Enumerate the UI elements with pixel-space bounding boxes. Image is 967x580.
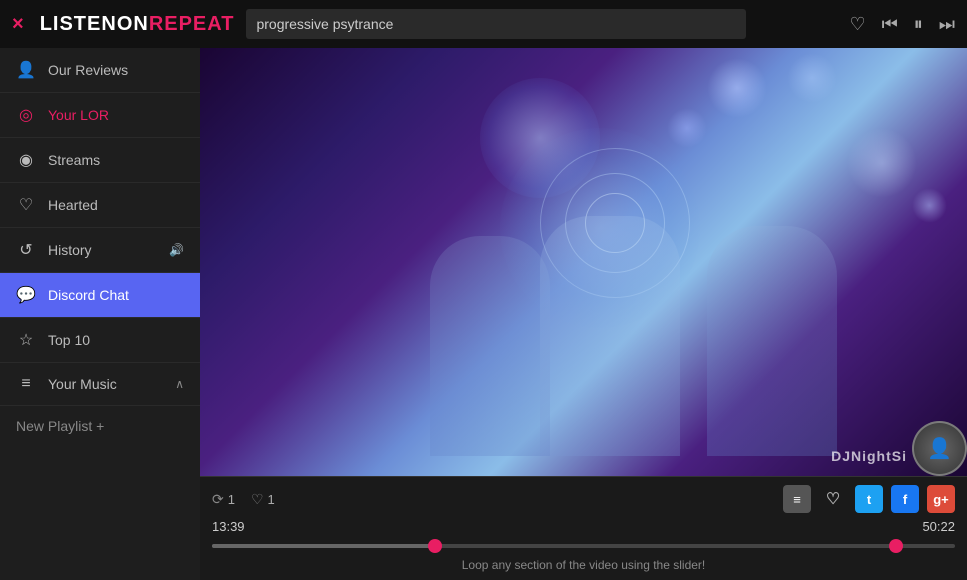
sidebar-label-your-lor: Your LOR (48, 107, 109, 123)
sidebar-label-top-10: Top 10 (48, 332, 90, 348)
next-icon[interactable]: ⏭ (939, 14, 955, 35)
logo-listen: LISTEN (40, 13, 117, 35)
sidebar-item-top-10[interactable]: ☆ Top 10 (0, 318, 200, 363)
heart-stat-icon: ♡ (251, 491, 264, 508)
figure-center (540, 216, 680, 456)
player-bar: ⟳ 1 ♡ 1 ≡ ♡ t f g+ 13:39 (200, 476, 967, 580)
close-icon[interactable]: × (12, 13, 24, 36)
slider-thumb-left[interactable] (428, 539, 442, 553)
orb-5 (847, 128, 917, 198)
heart-button[interactable]: ♡ (819, 485, 847, 513)
player-top-row: ⟳ 1 ♡ 1 ≡ ♡ t f g+ (212, 485, 955, 513)
content-area: DJNightSi 👤 ⟳ 1 ♡ 1 (200, 48, 967, 580)
sidebar-label-your-music: Your Music (48, 376, 117, 392)
slider-track (212, 544, 955, 548)
loop-hint-text: Loop any section of the video using the … (212, 558, 955, 572)
google-button[interactable]: g+ (927, 485, 955, 513)
loop-count: 1 (228, 492, 235, 507)
video-avatar: 👤 (912, 421, 967, 476)
sidebar-label-our-reviews: Our Reviews (48, 62, 128, 78)
logo-repeat: REPEAT (149, 13, 235, 35)
orb-3 (667, 108, 707, 148)
orb-4 (787, 53, 837, 103)
sidebar-label-hearted: Hearted (48, 197, 98, 213)
figure-right (707, 226, 837, 456)
new-playlist-button[interactable]: New Playlist + (0, 406, 200, 446)
lor-icon: ◎ (16, 105, 36, 125)
logo-on: ON (117, 13, 149, 35)
topbar: × LISTENONREPEAT ♡ ⏮ ⏸ ⏭ (0, 0, 967, 48)
brand-watermark: DJNightSi (831, 448, 907, 464)
sidebar-item-hearted[interactable]: ♡ Hearted (0, 183, 200, 228)
search-input[interactable] (246, 9, 746, 39)
figure-left (430, 236, 550, 456)
music-icon: ≡ (16, 375, 36, 393)
discord-icon: 💬 (16, 285, 36, 305)
expand-icon: ∧ (175, 377, 184, 391)
sidebar: 👤 Our Reviews ◎ Your LOR ◉ Streams ♡ Hea… (0, 48, 200, 580)
time-current: 13:39 (212, 519, 245, 534)
orb-6 (912, 188, 947, 223)
logo: LISTENONREPEAT (40, 13, 235, 36)
prev-icon[interactable]: ⏮ (882, 14, 898, 35)
twitter-button[interactable]: t (855, 485, 883, 513)
sidebar-label-streams: Streams (48, 152, 100, 168)
sidebar-item-history[interactable]: ↺ History 🔊 (0, 228, 200, 273)
volume-icon: 🔊 (169, 243, 184, 257)
reviews-icon: 👤 (16, 60, 36, 80)
play-pause-icon[interactable]: ⏸ (914, 14, 923, 35)
player-stats: ⟳ 1 ♡ 1 (212, 491, 275, 508)
video-background: DJNightSi 👤 (200, 48, 967, 476)
avatar-icon: 👤 (927, 436, 952, 461)
heart-stat: ♡ 1 (251, 491, 275, 508)
orb-2 (707, 58, 767, 118)
sidebar-item-your-lor[interactable]: ◎ Your LOR (0, 93, 200, 138)
progress-slider[interactable] (212, 538, 955, 554)
history-icon: ↺ (16, 240, 36, 260)
main-container: 👤 Our Reviews ◎ Your LOR ◉ Streams ♡ Hea… (0, 48, 967, 580)
heart-count: 1 (268, 492, 275, 507)
queue-button[interactable]: ≡ (783, 485, 811, 513)
time-total: 50:22 (922, 519, 955, 534)
sidebar-label-history: History (48, 242, 92, 258)
facebook-button[interactable]: f (891, 485, 919, 513)
slider-fill (212, 544, 435, 548)
heart-nav-icon: ♡ (16, 195, 36, 215)
heart-icon[interactable]: ♡ (849, 14, 865, 35)
loop-icon: ⟳ (212, 491, 224, 508)
player-action-buttons: ≡ ♡ t f g+ (783, 485, 955, 513)
sidebar-label-discord-chat: Discord Chat (48, 287, 129, 303)
top10-icon: ☆ (16, 330, 36, 350)
sidebar-item-our-reviews[interactable]: 👤 Our Reviews (0, 48, 200, 93)
player-times: 13:39 50:22 (212, 519, 955, 534)
streams-icon: ◉ (16, 150, 36, 170)
topbar-controls: ♡ ⏮ ⏸ ⏭ (849, 14, 955, 35)
sidebar-item-discord-chat[interactable]: 💬 Discord Chat (0, 273, 200, 318)
slider-thumb-right[interactable] (889, 539, 903, 553)
sidebar-item-streams[interactable]: ◉ Streams (0, 138, 200, 183)
loop-stat: ⟳ 1 (212, 491, 235, 508)
sidebar-item-your-music[interactable]: ≡ Your Music ∧ (0, 363, 200, 406)
video-player[interactable]: DJNightSi 👤 (200, 48, 967, 476)
